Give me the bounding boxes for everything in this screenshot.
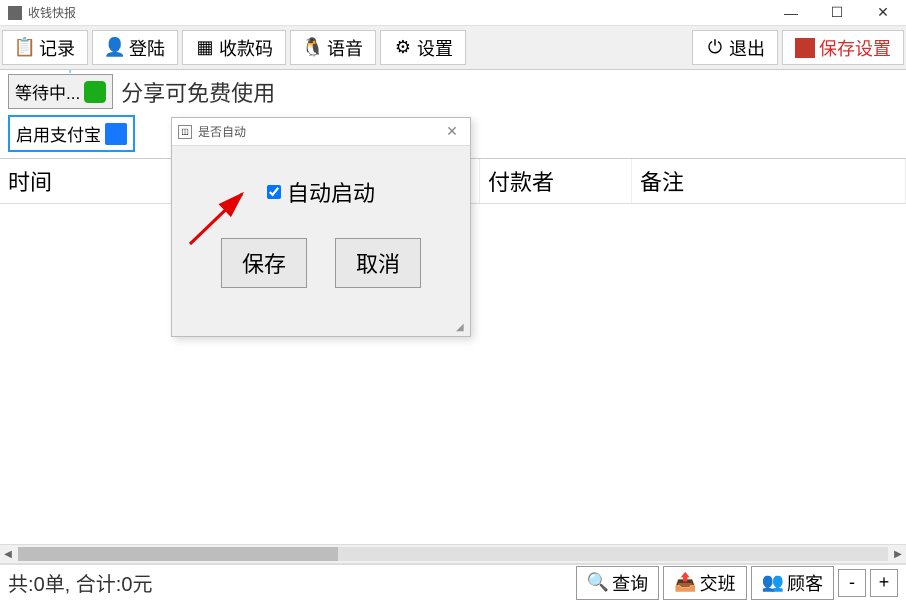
window-titlebar: 收钱快报 — ☐ ✕ [0, 0, 906, 26]
save-settings-label: 保存设置 [819, 35, 891, 61]
scroll-left-icon[interactable]: ◀ [0, 549, 16, 560]
save-icon [795, 38, 815, 58]
settings-label: 设置 [417, 35, 453, 61]
qrcode-button[interactable]: ▦ 收款码 [182, 30, 286, 65]
zoom-in-button[interactable]: + [870, 569, 898, 597]
scroll-thumb[interactable] [18, 547, 338, 561]
minimize-button[interactable]: — [776, 1, 806, 25]
summary-text: 共:0单, 合计:0元 [8, 568, 152, 597]
settings-button[interactable]: ⚙ 设置 [380, 30, 466, 65]
dialog-cancel-button[interactable]: 取消 [335, 238, 421, 288]
qrcode-icon: ▦ [195, 38, 215, 58]
close-button[interactable]: ✕ [868, 1, 898, 25]
window-title: 收钱快报 [28, 4, 76, 21]
resize-grip-icon[interactable]: ◢ [456, 322, 468, 334]
bottom-bar: 共:0单, 合计:0元 🔍 查询 📤 交班 👥 顾客 - + [0, 564, 906, 600]
query-button[interactable]: 🔍 查询 [576, 566, 659, 600]
auto-start-dialog: ◫ 是否自动 ✕ 自动启动 保存 取消 ◢ [171, 117, 471, 337]
app-icon [8, 6, 22, 20]
record-label: 记录 [39, 35, 75, 61]
dialog-save-button[interactable]: 保存 [221, 238, 307, 288]
power-icon: ⏻ [705, 38, 725, 58]
quick-row-1: 等待中... 分享可免费使用 [0, 70, 906, 113]
voice-button[interactable]: 🐧 语音 [290, 30, 376, 65]
record-icon: 📋 [15, 38, 35, 58]
alipay-icon [105, 123, 127, 145]
horizontal-scrollbar[interactable]: ◀ ▶ [0, 544, 906, 564]
wechat-icon [84, 81, 106, 103]
exit-label: 退出 [729, 35, 765, 61]
waiting-button[interactable]: 等待中... [8, 74, 113, 109]
search-icon: 🔍 [587, 572, 609, 593]
auto-start-label: 自动启动 [287, 176, 375, 208]
shift-icon: 📤 [674, 572, 696, 593]
column-time[interactable]: 时间 [0, 159, 184, 203]
auto-start-checkbox[interactable] [267, 185, 281, 199]
save-settings-button[interactable]: 保存设置 [782, 30, 904, 65]
scroll-right-icon[interactable]: ▶ [890, 549, 906, 560]
login-label: 登陆 [129, 35, 165, 61]
dialog-titlebar: ◫ 是否自动 ✕ [172, 118, 470, 146]
auto-start-checkbox-row[interactable]: 自动启动 [267, 176, 375, 208]
dialog-body: 自动启动 保存 取消 [172, 146, 470, 308]
main-toolbar: 📋 记录 👤 登陆 ▦ 收款码 🐧 语音 ⚙ 设置 ⏻ 退出 保存设置 [0, 26, 906, 70]
dialog-close-button[interactable]: ✕ [440, 120, 464, 144]
customer-button[interactable]: 👥 顾客 [751, 566, 834, 600]
dialog-app-icon: ◫ [178, 125, 192, 139]
voice-icon: 🐧 [303, 38, 323, 58]
maximize-button[interactable]: ☐ [822, 1, 852, 25]
shift-label: 交班 [700, 570, 736, 596]
shift-button[interactable]: 📤 交班 [663, 566, 746, 600]
alipay-label: 启用支付宝 [16, 121, 101, 146]
scroll-track[interactable] [18, 547, 888, 561]
column-remark[interactable]: 备注 [632, 159, 906, 203]
dialog-title: 是否自动 [198, 123, 246, 140]
zoom-out-button[interactable]: - [838, 569, 866, 597]
voice-label: 语音 [327, 35, 363, 61]
column-payer[interactable]: 付款者 [480, 159, 632, 203]
enable-alipay-button[interactable]: 启用支付宝 [8, 115, 135, 152]
record-button[interactable]: 📋 记录 [2, 30, 88, 65]
gear-icon: ⚙ [393, 38, 413, 58]
qrcode-label: 收款码 [219, 35, 273, 61]
customer-label: 顾客 [787, 570, 823, 596]
login-icon: 👤 [105, 38, 125, 58]
share-text: 分享可免费使用 [121, 76, 275, 108]
login-button[interactable]: 👤 登陆 [92, 30, 178, 65]
exit-button[interactable]: ⏻ 退出 [692, 30, 778, 65]
waiting-label: 等待中... [15, 79, 80, 104]
customer-icon: 👥 [762, 572, 784, 593]
query-label: 查询 [612, 570, 648, 596]
